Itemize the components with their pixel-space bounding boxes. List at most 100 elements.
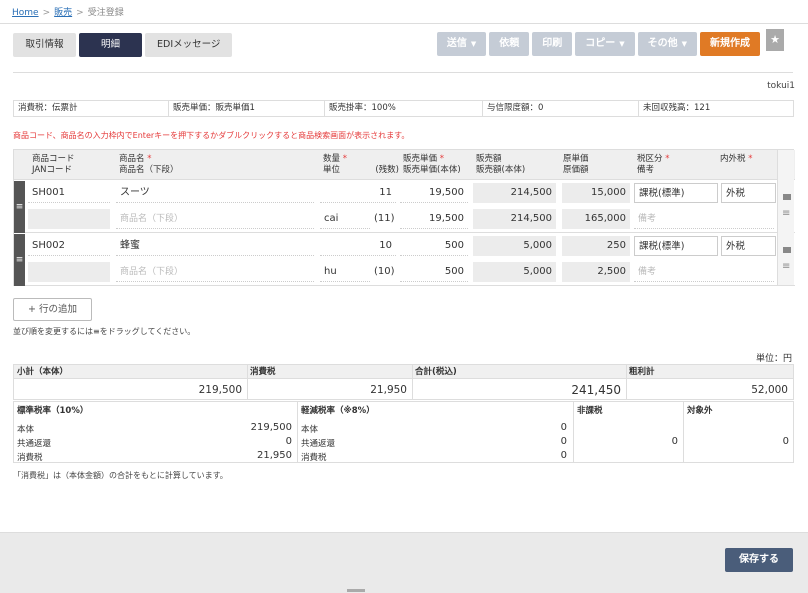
footer-bar: 保存する [0, 532, 808, 593]
divider [683, 402, 684, 463]
header-qty: 数量 * 単位 (残数) [323, 154, 399, 175]
amount-value: 5,000 [473, 236, 556, 256]
divider [626, 365, 627, 400]
star-icon[interactable]: ★ [766, 29, 784, 51]
breadcrumb: Home > 販売 > 受注登録 [12, 8, 124, 18]
menu-icon[interactable]: ≡ [782, 261, 790, 272]
gross-value: 52,000 [751, 384, 788, 396]
divider [297, 402, 298, 463]
price-input[interactable]: 19,500 [400, 183, 468, 203]
tab-bar: 取引情報 明細 EDIメッセージ [13, 33, 233, 57]
cost-value: 250 [562, 236, 630, 256]
nontax-label: 非課税 [577, 406, 603, 416]
divider [0, 23, 808, 24]
cost-total-value: 165,000 [562, 209, 630, 229]
name-input[interactable]: スーツ [116, 183, 314, 203]
header-price: 販売単価 * 販売単価(本体) [403, 154, 461, 175]
send-button[interactable]: 送信 ▼ [436, 32, 487, 56]
other-button[interactable]: その他 ▼ [637, 32, 697, 56]
gross-label: 粗利計 [626, 365, 793, 379]
std-return-value: 0 [285, 436, 292, 447]
unit-label: 単位：円 [755, 354, 792, 364]
red-return-value: 0 [560, 436, 567, 447]
tax-breakdown: 標準税率（10%） 軽減税率（※8%） 非課税 対象外 本体 共通返還 消費税 … [13, 401, 794, 463]
price-input[interactable]: 500 [400, 236, 468, 256]
unit-input[interactable]: cai [320, 209, 370, 229]
price-base-input[interactable]: 19,500 [400, 209, 468, 229]
qty-input[interactable]: 10 [320, 236, 396, 256]
divider [247, 365, 248, 400]
square-icon[interactable] [783, 247, 791, 253]
info-price: 販売単価：販売単価1 [169, 101, 325, 116]
row-side-column: ≡ ≡ [777, 150, 794, 285]
total-label: 合計(税込) [412, 365, 626, 379]
divider [573, 402, 574, 463]
qty-input[interactable]: 11 [320, 183, 396, 203]
nontax-value: 0 [671, 436, 678, 447]
info-uncollected: 未回収残高：121 [643, 103, 711, 113]
note-input[interactable]: 備考 [634, 262, 774, 282]
chevron-down-icon: ▼ [619, 40, 625, 48]
resize-grip-icon[interactable] [347, 589, 365, 592]
subtotal-label: 小計（本体） [14, 365, 247, 379]
taxin-select[interactable]: 外税 [721, 183, 776, 203]
jan-input [28, 209, 110, 229]
header-taxin: 内外税 * [720, 154, 753, 164]
code-input[interactable]: SH001 [28, 183, 110, 203]
header-cost: 原単価 原価額 [563, 154, 589, 175]
reduced-rate-label: 軽減税率（※8%） [301, 406, 375, 416]
copy-button[interactable]: コピー ▼ [575, 32, 635, 56]
remain-value: (10) [374, 266, 395, 277]
taxcls-select[interactable]: 課税(標準) [634, 183, 718, 203]
breadcrumb-sales[interactable]: 販売 [54, 8, 72, 18]
tax-label: 消費税 [247, 365, 412, 379]
price-base-input[interactable]: 500 [400, 262, 468, 282]
tab-transaction-info[interactable]: 取引情報 [13, 33, 76, 57]
std-tax-value: 21,950 [257, 450, 292, 461]
jan-input [28, 262, 110, 282]
tab-details[interactable]: 明細 [79, 33, 142, 57]
excluded-value: 0 [782, 436, 789, 447]
drag-handle-icon[interactable]: ≡ [14, 234, 25, 286]
tab-edi-message[interactable]: EDIメッセージ [145, 33, 233, 57]
table-header: 商品コード JANコード 商品名 * 商品名（下段） 数量 * 単位 (残数) 販売単価… [14, 150, 795, 180]
note-input[interactable]: 備考 [634, 209, 774, 229]
amount-base-value: 214,500 [473, 209, 556, 229]
square-icon[interactable] [783, 194, 791, 200]
notice-text: 商品コード、商品名の入力枠内でEnterキーを押下するかダブルクリックすると商品… [13, 131, 410, 140]
table-row: ≡ SH002 蜂蜜 商品名（下段） 10 hu (10) 500 500 5,… [14, 234, 795, 286]
cost-total-value: 2,500 [562, 262, 630, 282]
excluded-label: 対象外 [687, 406, 713, 416]
remain-value: (11) [374, 213, 395, 224]
red-tax-label: 消費税 [301, 453, 327, 463]
std-body-label: 本体 [17, 425, 35, 435]
taxin-select[interactable]: 外税 [721, 236, 776, 256]
add-row-button[interactable]: + 行の追加 [13, 298, 92, 321]
red-tax-value: 0 [560, 450, 567, 461]
print-button[interactable]: 印刷 [532, 32, 573, 56]
save-button[interactable]: 保存する [725, 548, 793, 572]
header-taxcls: 税区分 * 備考 [637, 154, 670, 175]
request-button[interactable]: 依頼 [489, 32, 530, 56]
drag-handle-icon[interactable]: ≡ [14, 181, 25, 233]
header-code: 商品コード JANコード [32, 154, 75, 175]
action-bar: 送信 ▼ 依頼 印刷 コピー ▼ その他 ▼ 新規作成 [436, 32, 760, 56]
menu-icon[interactable]: ≡ [782, 208, 790, 219]
name-input[interactable]: 蜂蜜 [116, 236, 314, 256]
info-credit: 与信限度額：0 [483, 101, 639, 116]
calc-note: 「消費税」は（本体金額）の合計をもとに計算しています。 [13, 471, 228, 480]
code-input[interactable]: SH002 [28, 236, 110, 256]
header-name: 商品名 * 商品名（下段） [119, 154, 179, 175]
taxcls-select[interactable]: 課税(標準) [634, 236, 718, 256]
subtotal-value: 219,500 [198, 384, 242, 396]
name2-input[interactable]: 商品名（下段） [116, 262, 314, 282]
red-body-label: 本体 [301, 425, 319, 435]
unit-input[interactable]: hu [320, 262, 370, 282]
chevron-down-icon: ▼ [681, 40, 687, 48]
name2-input[interactable]: 商品名（下段） [116, 209, 314, 229]
divider [13, 72, 793, 73]
std-rate-label: 標準税率（10%） [17, 406, 89, 416]
new-button[interactable]: 新規作成 [700, 32, 760, 56]
breadcrumb-home[interactable]: Home [12, 8, 39, 18]
amount-base-value: 5,000 [473, 262, 556, 282]
